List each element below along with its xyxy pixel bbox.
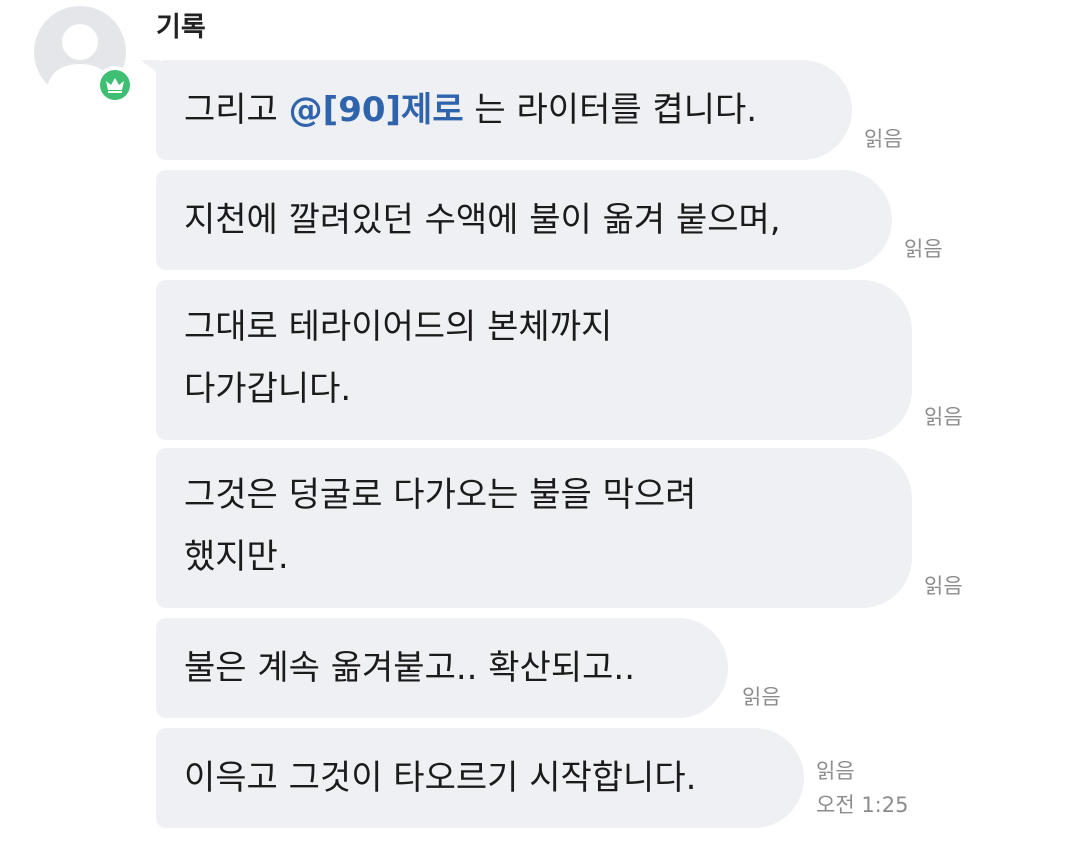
read-receipt: 읽음 [864, 127, 903, 151]
message-line: 했지만. [184, 537, 289, 577]
owner-badge [96, 66, 134, 104]
message-timestamp: 오전 1:25 [816, 793, 909, 817]
message-row: 그것은 덩굴로 다가오는 불을 막으려 했지만. [156, 448, 912, 608]
message-bubble[interactable]: 불은 계속 옮겨붙고.. 확산되고.. [156, 618, 728, 718]
message-text: 지천에 깔려있던 수액에 불이 옮겨 붙으며, [184, 200, 781, 240]
message-line: 그것은 덩굴로 다가오는 불을 막으려 [184, 475, 697, 515]
message-bubble[interactable]: 그것은 덩굴로 다가오는 불을 막으려 했지만. [156, 448, 912, 608]
read-receipt: 읽음 [904, 237, 943, 261]
message-bubble[interactable]: 지천에 깔려있던 수액에 불이 옮겨 붙으며, [156, 170, 892, 270]
message-text: 는 라이터를 켭니다. [463, 90, 758, 130]
message-row: 그리고 @[90]제로 는 라이터를 켭니다. [156, 60, 852, 160]
sender-name: 기록 [156, 12, 206, 43]
read-receipt: 읽음 [816, 759, 855, 783]
crown-icon [106, 78, 124, 93]
message-row: 이윽고 그것이 타오르기 시작합니다. [156, 728, 804, 828]
message-bubble[interactable]: 그대로 테라이어드의 본체까지 다가갑니다. [156, 280, 912, 440]
message-bubble[interactable]: 그리고 @[90]제로 는 라이터를 켭니다. [156, 60, 852, 160]
message-row: 불은 계속 옮겨붙고.. 확산되고.. [156, 618, 728, 718]
message-text: 불은 계속 옮겨붙고.. 확산되고.. [184, 648, 636, 688]
read-receipt: 읽음 [924, 574, 963, 598]
read-receipt: 읽음 [742, 685, 781, 709]
chat-view: 기록 그리고 @[90]제로 는 라이터를 켭니다. 읽음 지천에 깔려있던 수… [0, 0, 1080, 846]
message-text: 그리고 [184, 90, 289, 130]
message-bubble[interactable]: 이윽고 그것이 타오르기 시작합니다. [156, 728, 804, 828]
message-text: 이윽고 그것이 타오르기 시작합니다. [184, 758, 697, 798]
mention-link[interactable]: @[90]제로 [289, 90, 464, 130]
message-line: 그대로 테라이어드의 본체까지 [184, 307, 613, 347]
read-receipt: 읽음 [924, 405, 963, 429]
message-row: 지천에 깔려있던 수액에 불이 옮겨 붙으며, [156, 170, 892, 270]
message-line: 다가갑니다. [184, 369, 352, 409]
message-row: 그대로 테라이어드의 본체까지 다가갑니다. [156, 280, 912, 440]
